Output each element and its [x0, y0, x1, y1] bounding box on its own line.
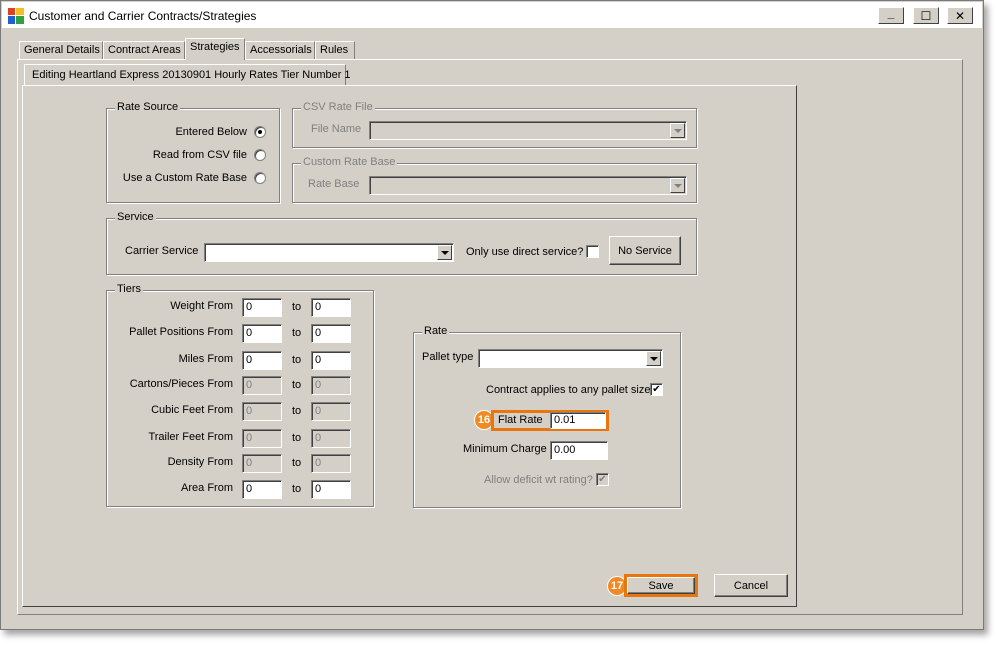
density-from-input[interactable]: 0 — [242, 454, 282, 473]
cubic-feet-to-input[interactable]: 0 — [311, 402, 351, 421]
tab-editing-tier[interactable]: Editing Heartland Express 20130901 Hourl… — [24, 64, 351, 85]
miles-from-label: Miles From — [178, 353, 233, 365]
chevron-down-icon — [649, 356, 658, 361]
file-name-label: File Name — [311, 123, 362, 135]
pallet-positions-from-input[interactable]: 0 — [242, 324, 282, 343]
tab-strategies[interactable]: Strategies — [185, 38, 245, 60]
no-service-button[interactable]: No Service — [609, 236, 681, 265]
entered-below-label: Entered Below — [175, 126, 247, 138]
window-title: Customer and Carrier Contracts/Strategie… — [29, 9, 257, 23]
title-bar: Customer and Carrier Contracts/Strategie… — [2, 2, 982, 28]
direct-service-label: Only use direct service? — [466, 246, 584, 258]
minimum-charge-label: Minimum Charge — [463, 443, 547, 455]
density-to-label: to — [292, 457, 302, 469]
carrier-service-dropdown-button[interactable] — [437, 245, 452, 260]
rate-base-dropdown-button[interactable] — [670, 178, 685, 193]
trailer-feet-to-input[interactable]: 0 — [311, 429, 351, 448]
weight-from-label: Weight From — [170, 300, 233, 312]
tab-accessorials[interactable]: Accessorials — [245, 41, 315, 59]
area-from-label: Area From — [181, 482, 233, 494]
carrier-service-combo[interactable] — [204, 243, 454, 262]
rate-base-combo[interactable] — [369, 176, 687, 195]
rate-source-legend: Rate Source — [115, 101, 181, 113]
pallet-positions-to-input[interactable]: 0 — [311, 324, 351, 343]
pallet-positions-to-label: to — [292, 327, 302, 339]
save-button[interactable]: Save — [627, 577, 695, 594]
any-pallet-size-label: Contract applies to any pallet size — [486, 384, 651, 396]
minimize-button[interactable]: _ — [878, 5, 904, 24]
cartons-pieces-to-input[interactable]: 0 — [311, 376, 351, 395]
deficit-rating-checkbox[interactable]: ✔ — [596, 473, 609, 486]
trailer-feet-from-label: Trailer Feet From — [148, 431, 233, 443]
weight-to-input[interactable]: 0 — [311, 298, 351, 317]
minimum-charge-input[interactable]: 0.00 — [550, 441, 608, 460]
pallet-type-label: Pallet type — [422, 351, 474, 363]
custom-rate-base-legend: Custom Rate Base — [301, 156, 398, 168]
flat-rate-input[interactable]: 0.01 — [550, 412, 606, 429]
service-legend: Service — [115, 211, 156, 223]
miles-from-input[interactable]: 0 — [242, 351, 282, 370]
close-button[interactable]: ✕ — [947, 7, 973, 24]
minimize-icon: _ — [887, 5, 895, 20]
maximize-button[interactable]: ☐ — [913, 7, 939, 24]
flat-rate-label: Flat Rate — [498, 414, 543, 426]
weight-to-label: to — [292, 301, 302, 313]
direct-service-checkbox[interactable] — [586, 245, 599, 258]
checkmark-icon: ✔ — [652, 383, 661, 395]
cartons-pieces-to-label: to — [292, 379, 302, 391]
file-name-dropdown-button[interactable] — [670, 123, 685, 138]
close-icon: ✕ — [954, 8, 966, 23]
cubic-feet-from-label: Cubic Feet From — [151, 404, 233, 416]
miles-to-input[interactable]: 0 — [311, 351, 351, 370]
maximize-icon: ☐ — [920, 8, 932, 23]
chevron-down-icon — [673, 183, 682, 188]
carrier-service-label: Carrier Service — [125, 245, 199, 257]
tiers-group: Tiers — [106, 283, 374, 507]
area-to-input[interactable]: 0 — [311, 480, 351, 499]
contracts-window: Customer and Carrier Contracts/Strategie… — [0, 0, 984, 630]
area-from-input[interactable]: 0 — [242, 480, 282, 499]
cancel-button[interactable]: Cancel — [714, 574, 788, 597]
any-pallet-size-checkbox[interactable]: ✔ — [650, 383, 663, 396]
chevron-down-icon — [673, 128, 682, 133]
read-csv-label: Read from CSV file — [152, 149, 247, 161]
tiers-legend: Tiers — [115, 283, 144, 295]
deficit-rating-label: Allow deficit wt rating? — [484, 474, 593, 486]
csv-rate-file-legend: CSV Rate File — [301, 101, 375, 113]
tab-contract-areas[interactable]: Contract Areas — [103, 41, 185, 59]
cubic-feet-from-input[interactable]: 0 — [242, 402, 282, 421]
tab-rules[interactable]: Rules — [315, 41, 355, 59]
chevron-down-icon — [440, 250, 449, 255]
cartons-pieces-from-input[interactable]: 0 — [242, 376, 282, 395]
density-from-label: Density From — [167, 456, 233, 468]
custom-rate-base-label: Use a Custom Rate Base — [122, 172, 247, 184]
trailer-feet-from-input[interactable]: 0 — [242, 429, 282, 448]
area-to-label: to — [292, 483, 302, 495]
entered-below-radio[interactable] — [254, 126, 266, 138]
miles-to-label: to — [292, 354, 302, 366]
read-csv-radio[interactable] — [254, 149, 266, 161]
density-to-input[interactable]: 0 — [311, 454, 351, 473]
pallet-positions-from-label: Pallet Positions From — [129, 326, 233, 338]
checkmark-icon: ✔ — [598, 473, 607, 485]
file-name-combo[interactable] — [369, 121, 687, 140]
radio-selected-dot — [258, 130, 262, 134]
custom-rate-base-radio[interactable] — [254, 172, 266, 184]
weight-from-input[interactable]: 0 — [242, 298, 282, 317]
rate-legend: Rate — [422, 325, 450, 337]
pallet-type-combo[interactable] — [478, 349, 663, 368]
trailer-feet-to-label: to — [292, 432, 302, 444]
rate-base-label: Rate Base — [308, 178, 360, 190]
app-icon — [8, 8, 24, 24]
pallet-type-dropdown-button[interactable] — [646, 351, 661, 366]
tab-general-details[interactable]: General Details — [19, 41, 103, 59]
cartons-pieces-from-label: Cartons/Pieces From — [129, 378, 233, 390]
cubic-feet-to-label: to — [292, 405, 302, 417]
